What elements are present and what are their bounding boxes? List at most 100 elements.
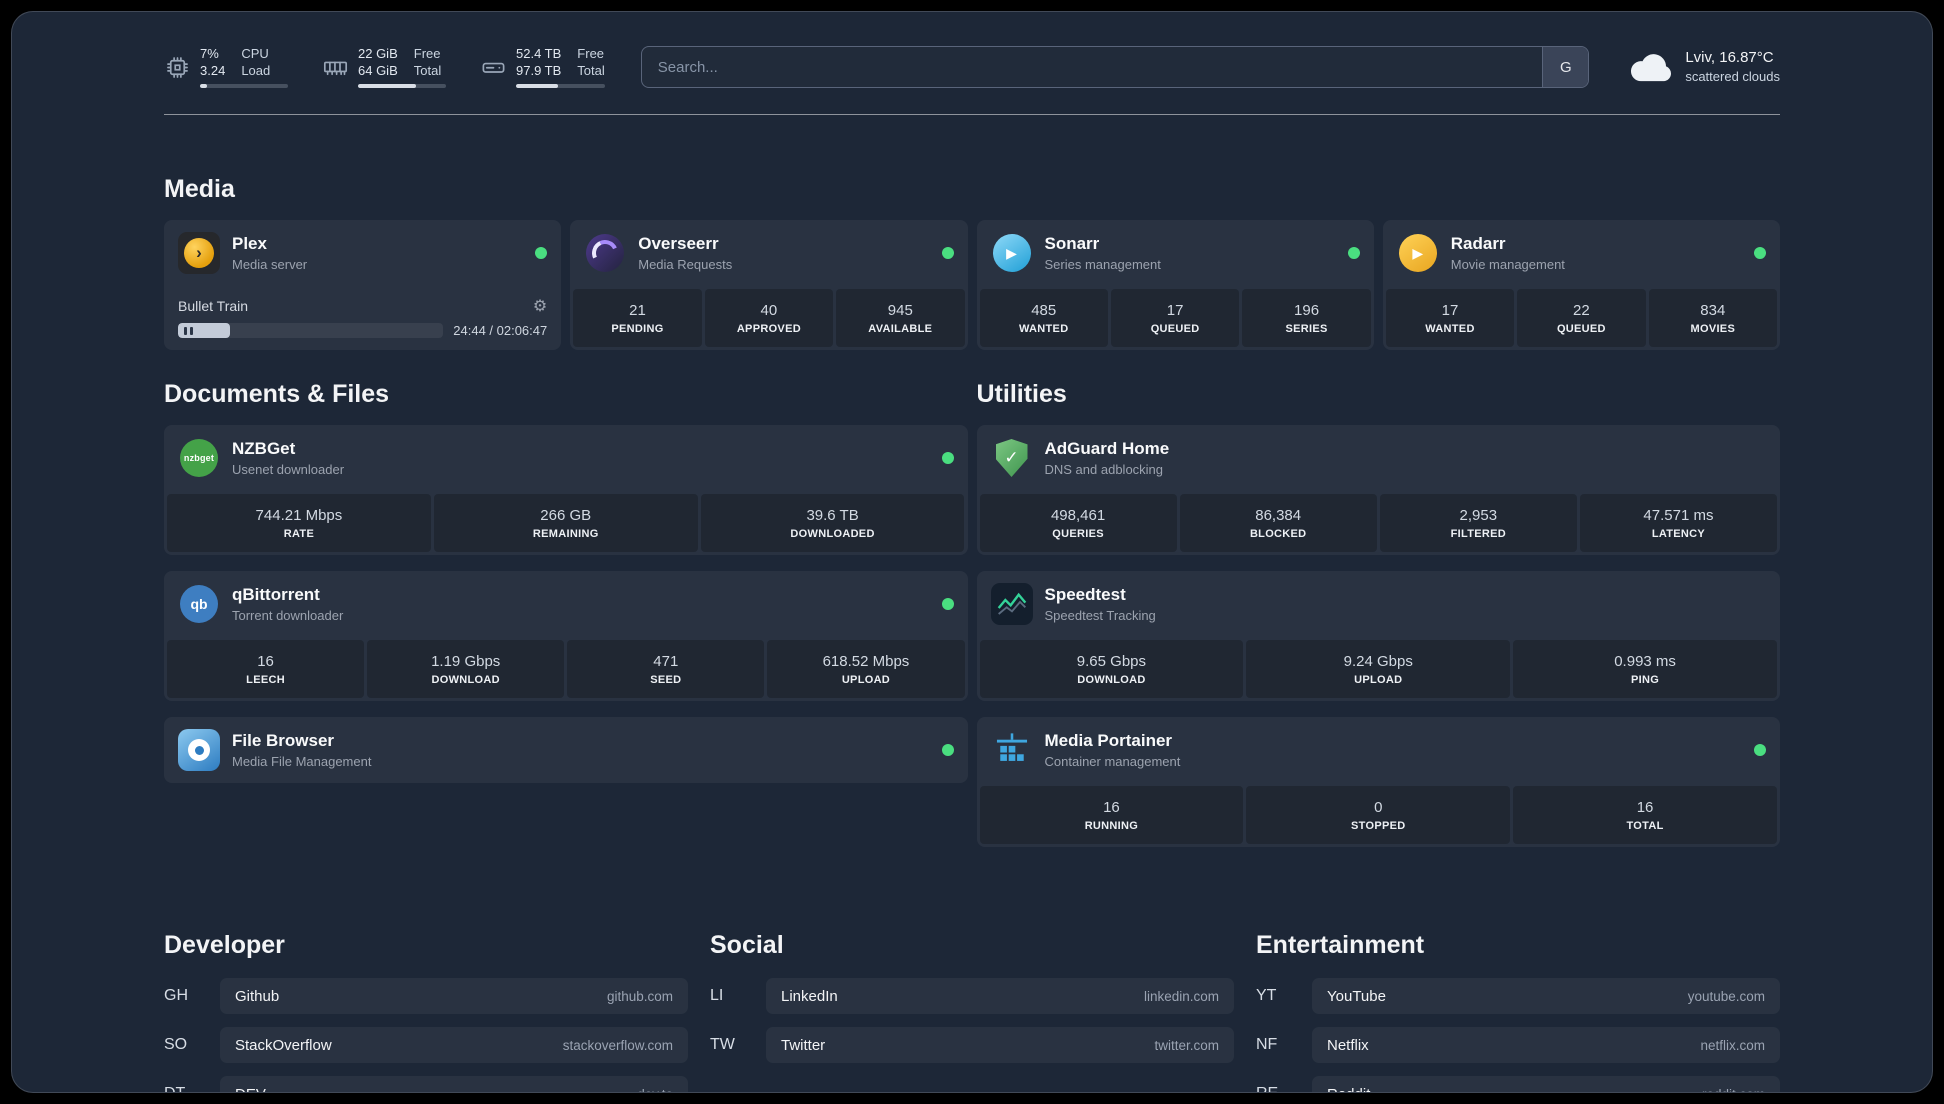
service-name: Speedtest: [1044, 585, 1126, 604]
resource-widget: 52.4 TB 97.9 TB Free Total: [480, 46, 605, 88]
stat-value: 2,953: [1459, 506, 1498, 524]
service-card-speedtest[interactable]: Speedtest Speedtest Tracking 9.65 Gbps D…: [976, 571, 1780, 701]
stat-label: MOVIES: [1690, 322, 1736, 335]
stats-row: 485 WANTED 17 QUEUED 196 SERIES: [977, 286, 1374, 350]
stat: 16 LEECH: [167, 640, 365, 698]
status-dot: [941, 247, 954, 259]
stat-value: 0: [1374, 798, 1383, 816]
stat: 17 QUEUED: [1110, 289, 1240, 347]
service-subtitle: Series management: [1044, 257, 1161, 272]
stat-label: STOPPED: [1351, 819, 1406, 832]
stat-value: 47.571 ms: [1643, 506, 1714, 524]
utilities-cards: ✓ AdGuard Home DNS and adblocking 498,46…: [976, 425, 1781, 847]
section-media: Media › Plex Media server Bullet Train ⚙…: [164, 175, 1780, 350]
search-input[interactable]: [641, 47, 1543, 87]
media-cards: › Plex Media server Bullet Train ⚙ 24:44…: [164, 220, 1780, 350]
stat-label: DOWNLOADED: [790, 527, 875, 540]
bookmark-domain: github.com: [606, 988, 673, 1004]
bookmark-domain: netflix.com: [1700, 1037, 1765, 1053]
stat-label: SERIES: [1285, 322, 1328, 335]
gear-icon[interactable]: ⚙: [533, 296, 547, 316]
service-card-adguard-home[interactable]: ✓ AdGuard Home DNS and adblocking 498,46…: [976, 425, 1781, 555]
stat-label: REMAINING: [532, 527, 599, 540]
bookmark-group-title: Entertainment: [1256, 931, 1425, 959]
resource-label-2: Total: [413, 63, 442, 78]
service-subtitle: DNS and adblocking: [1044, 462, 1164, 477]
stat-value: 485: [1031, 301, 1057, 319]
top-bar: 7% 3.24 CPU Load 22 GiB 64 GiB Free Tota…: [164, 12, 1780, 88]
bookmark-reddit[interactable]: RE Reddit reddit.com: [1256, 1076, 1780, 1092]
bookmark-youtube[interactable]: YT YouTube youtube.com: [1256, 978, 1780, 1014]
resource-label-2: Load: [241, 63, 271, 78]
service-card-qbittorrent[interactable]: qb qBittorrent Torrent downloader 16 LEE…: [164, 571, 968, 701]
bookmark-github[interactable]: GH Github github.com: [164, 978, 688, 1014]
stat: 0.993 ms PING: [1513, 640, 1777, 698]
stat-label: APPROVED: [736, 322, 801, 335]
resource-progressbar: [516, 83, 605, 88]
stat-value: 39.6 TB: [806, 506, 859, 524]
resource-value-1: 22 GiB: [358, 46, 398, 62]
section-documents: Documents & Files nzbget NZBGet Usenet d…: [164, 380, 968, 847]
service-subtitle: Media server: [232, 257, 308, 272]
search-provider-button[interactable]: G: [1542, 47, 1589, 87]
stat-value: 266 GB: [540, 506, 592, 524]
resource-label-2: Total: [577, 63, 605, 78]
bookmark-stackoverflow[interactable]: SO StackOverflow stackoverflow.com: [164, 1027, 688, 1063]
stat-value: 9.24 Gbps: [1343, 652, 1413, 670]
stat: 9.24 Gbps UPLOAD: [1246, 640, 1511, 698]
bookmark-domain: youtube.com: [1687, 988, 1765, 1004]
service-name: NZBGet: [232, 439, 296, 458]
service-card-nzbget[interactable]: nzbget NZBGet Usenet downloader 744.21 M…: [164, 425, 968, 555]
stat: 16 RUNNING: [979, 786, 1244, 844]
stat: 0 STOPPED: [1246, 786, 1511, 844]
service-card-plex[interactable]: › Plex Media server Bullet Train ⚙ 24:44…: [164, 220, 562, 350]
bookmark-group-social: Social LI LinkedIn linkedin.com TW Twitt…: [710, 931, 1234, 1063]
stat-label: WANTED: [1425, 322, 1475, 335]
status-dot: [941, 452, 954, 464]
bookmark-linkedin[interactable]: LI LinkedIn linkedin.com: [710, 978, 1234, 1014]
stat: 86,384 BLOCKED: [1179, 494, 1377, 552]
resource-label-1: Free: [413, 46, 441, 62]
stat-value: 16: [1636, 798, 1654, 816]
bookmark-domain: stackoverflow.com: [562, 1037, 673, 1053]
stat-label: DOWNLOAD: [1077, 673, 1146, 686]
radarr-icon: ▶: [1397, 232, 1439, 274]
service-card-sonarr[interactable]: ▶ Sonarr Series management 485 WANTED 17…: [976, 220, 1374, 350]
stat-value: 498,461: [1050, 506, 1106, 524]
service-name: Plex: [232, 234, 267, 253]
stat-label: LATENCY: [1651, 527, 1706, 540]
bookmark-name: YouTube: [1327, 987, 1386, 1005]
pause-icon: [184, 326, 193, 335]
stat: 618.52 Mbps UPLOAD: [767, 640, 965, 698]
stat-label: PING: [1631, 673, 1660, 686]
search-bar: G: [640, 46, 1590, 88]
stat: 834 MOVIES: [1648, 289, 1778, 347]
stat-value: 834: [1700, 301, 1726, 319]
stat-label: QUEUED: [1150, 322, 1200, 335]
resource-value-1: 7%: [200, 46, 219, 62]
service-card-overseerr[interactable]: Overseerr Media Requests 21 PENDING 40 A…: [570, 220, 968, 350]
stat-label: RATE: [283, 527, 315, 540]
stat: 47.571 ms LATENCY: [1579, 494, 1777, 552]
stat-label: UPLOAD: [1354, 673, 1403, 686]
stat-value: 945: [887, 301, 913, 319]
stat: 16 TOTAL: [1513, 786, 1777, 844]
bookmark-dev[interactable]: DT DEV dev.to: [164, 1076, 688, 1092]
bookmark-netflix[interactable]: NF Netflix netflix.com: [1256, 1027, 1780, 1063]
portainer-icon: [991, 729, 1033, 771]
resource-value-2: 97.9 TB: [516, 63, 562, 78]
bookmark-twitter[interactable]: TW Twitter twitter.com: [710, 1027, 1234, 1063]
service-card-media-portainer[interactable]: Media Portainer Container management 16 …: [976, 717, 1780, 847]
dashboard-content: 7% 3.24 CPU Load 22 GiB 64 GiB Free Tota…: [164, 12, 1781, 1092]
stat-value: 618.52 Mbps: [822, 652, 910, 670]
service-card-radarr[interactable]: ▶ Radarr Movie management 17 WANTED 22 Q…: [1382, 220, 1780, 350]
stats-row: 498,461 QUERIES 86,384 BLOCKED 2,953 FIL…: [977, 491, 1781, 555]
bookmark-abbr: LI: [710, 987, 724, 1004]
stat-value: 86,384: [1255, 506, 1302, 524]
service-card-file-browser[interactable]: File Browser Media File Management: [164, 717, 968, 783]
service-subtitle: Media Requests: [638, 257, 733, 272]
status-dot: [941, 744, 954, 756]
dashboard-frame: 7% 3.24 CPU Load 22 GiB 64 GiB Free Tota…: [11, 11, 1933, 1093]
status-dot: [1754, 744, 1766, 756]
stat: 196 SERIES: [1242, 289, 1371, 347]
